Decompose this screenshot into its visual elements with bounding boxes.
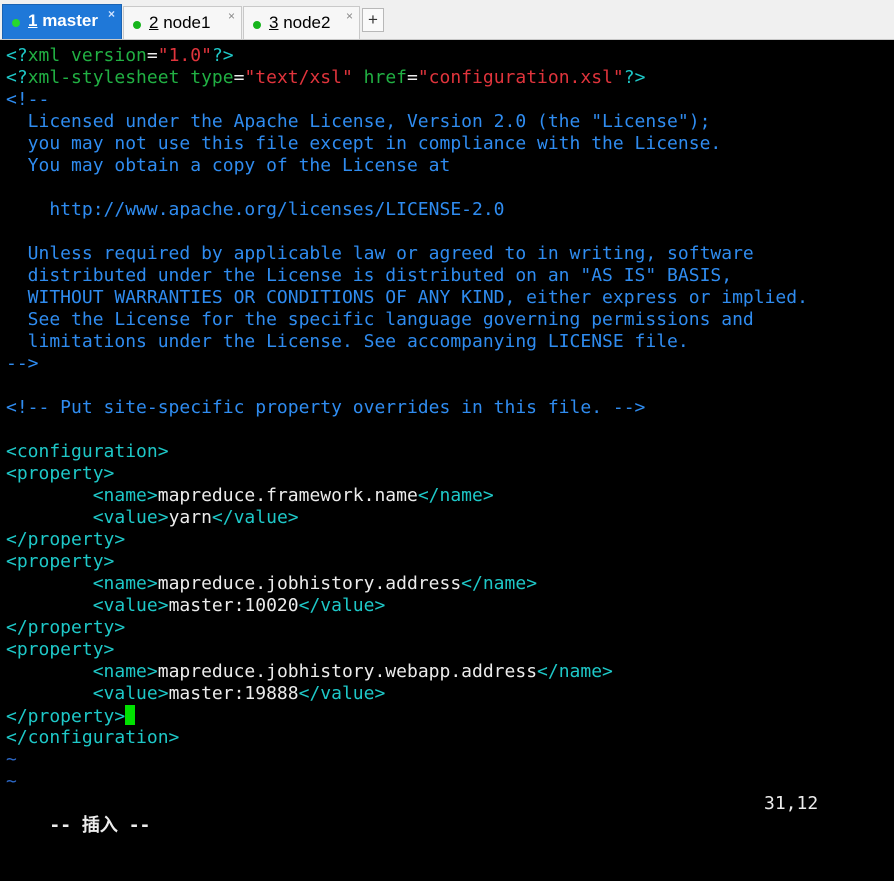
code-line: </property> xyxy=(6,617,126,638)
code-line: </configuration> xyxy=(6,727,180,748)
code-line: </property> xyxy=(6,705,136,727)
connected-dot-icon xyxy=(133,21,141,29)
code-line: <name>mapreduce.jobhistory.webapp.addres… xyxy=(92,661,613,682)
tab-master[interactable]: 1 master × xyxy=(2,4,122,39)
code-line: <name>mapreduce.jobhistory.address</name… xyxy=(92,573,538,594)
tab-node1[interactable]: 2 node1 × xyxy=(123,6,242,39)
connected-dot-icon xyxy=(253,21,261,29)
code-line: <name>mapreduce.framework.name</name> xyxy=(92,485,494,506)
code-line: </property> xyxy=(6,529,126,550)
connected-dot-icon xyxy=(12,19,20,27)
code-line: <value>master:10020</value> xyxy=(92,595,386,616)
close-icon[interactable]: × xyxy=(108,7,115,21)
code-line: See the License for the specific languag… xyxy=(6,309,754,330)
code-line: WITHOUT WARRANTIES OR CONDITIONS OF ANY … xyxy=(6,287,808,308)
code-line: <property> xyxy=(6,639,115,660)
cursor-position: 31,12 xyxy=(764,793,819,814)
code-line: limitations under the License. See accom… xyxy=(6,331,689,352)
code-line: <value>master:19888</value> xyxy=(92,683,386,704)
code-line: <?xml-stylesheet type="text/xsl" href="c… xyxy=(6,67,646,88)
code-line: <value>yarn</value> xyxy=(92,507,299,528)
code-line: you may not use this file except in comp… xyxy=(6,133,722,154)
close-icon[interactable]: × xyxy=(228,9,235,23)
code-line: distributed under the License is distrib… xyxy=(6,265,733,286)
empty-line-marker: ~ xyxy=(6,749,17,770)
code-line: <configuration> xyxy=(6,441,169,462)
empty-line-marker: ~ xyxy=(6,771,17,792)
new-tab-button[interactable]: + xyxy=(362,8,384,32)
close-icon[interactable]: × xyxy=(346,9,353,23)
tab-bar: 1 master × 2 node1 × 3 node2 × + xyxy=(0,0,894,40)
code-line: Licensed under the Apache License, Versi… xyxy=(6,111,711,132)
code-line: <!-- xyxy=(6,89,50,110)
text-cursor xyxy=(125,705,136,725)
code-line: --> xyxy=(6,353,39,374)
code-line: <!-- Put site-specific property override… xyxy=(6,397,646,418)
code-line: <property> xyxy=(6,463,115,484)
tab-node2[interactable]: 3 node2 × xyxy=(243,6,360,39)
code-line: <property> xyxy=(6,551,115,572)
status-line: -- 插入 -- 31,12 xyxy=(6,793,886,836)
terminal-editor[interactable]: <?xml version="1.0"?> <?xml-stylesheet t… xyxy=(0,41,894,836)
code-line: Unless required by applicable law or agr… xyxy=(6,243,754,264)
tab-label: 2 node1 xyxy=(149,13,211,32)
code-line: You may obtain a copy of the License at xyxy=(6,155,451,176)
code-line: <?xml version="1.0"?> xyxy=(6,45,234,66)
code-line: http://www.apache.org/licenses/LICENSE-2… xyxy=(6,199,505,220)
insert-mode-indicator: -- 插入 -- xyxy=(49,815,151,836)
tab-label: 3 node2 xyxy=(269,13,331,32)
tab-label: 1 master xyxy=(28,11,98,30)
